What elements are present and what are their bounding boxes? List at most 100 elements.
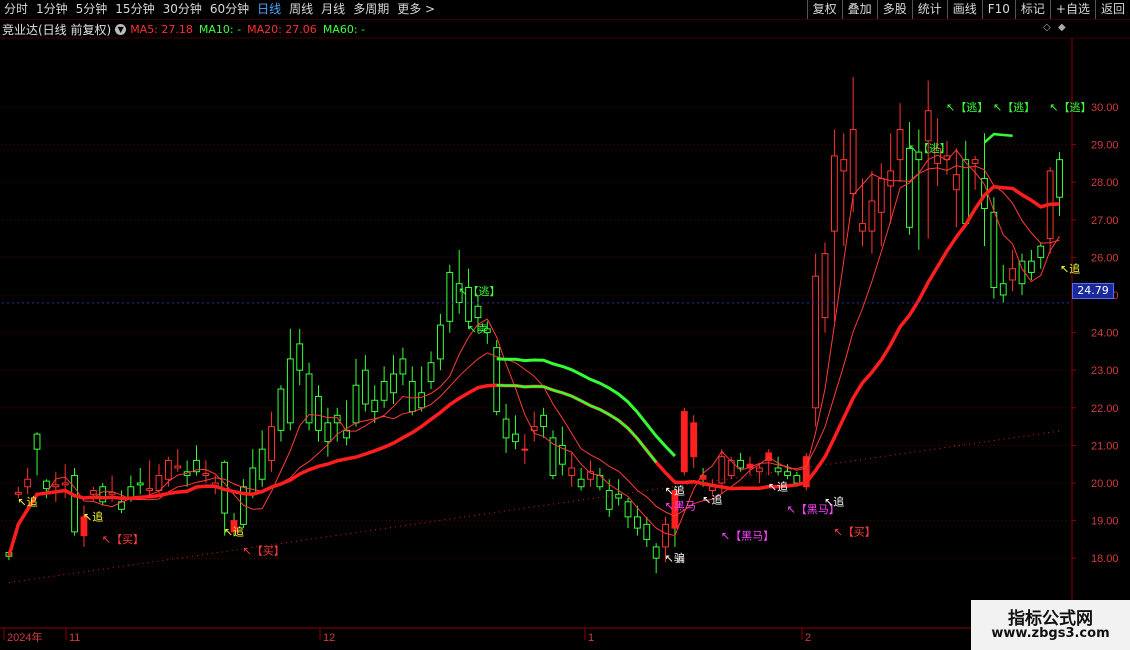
candle[interactable]: [52, 471, 60, 502]
candle[interactable]: [418, 366, 426, 412]
candle[interactable]: [549, 430, 557, 480]
candle[interactable]: [812, 253, 820, 427]
candle-body: [146, 488, 154, 492]
candle[interactable]: [568, 452, 576, 487]
candle[interactable]: [868, 170, 876, 254]
candle[interactable]: [830, 129, 838, 322]
candle[interactable]: [315, 385, 322, 442]
candle-body: [99, 486, 107, 503]
y-tick-label: 24.00: [1091, 328, 1119, 340]
candle[interactable]: [990, 197, 998, 299]
candle[interactable]: [249, 449, 257, 499]
candle[interactable]: [624, 498, 632, 529]
candle[interactable]: [727, 456, 735, 480]
candle[interactable]: [268, 411, 275, 472]
candle[interactable]: [1009, 249, 1017, 292]
candle[interactable]: [493, 340, 501, 416]
candle[interactable]: [437, 313, 444, 371]
candle[interactable]: [887, 133, 895, 224]
candle[interactable]: [277, 385, 285, 442]
candle-body: [24, 478, 32, 488]
candle[interactable]: [530, 411, 538, 442]
candle[interactable]: [690, 415, 698, 468]
candle[interactable]: [877, 163, 885, 247]
candle[interactable]: [324, 407, 332, 457]
candle-body: [380, 380, 388, 401]
candle[interactable]: [408, 366, 416, 416]
candle[interactable]: [174, 449, 182, 472]
candle[interactable]: [521, 434, 529, 465]
candle-body: [633, 516, 641, 529]
candle[interactable]: [652, 543, 660, 574]
candle[interactable]: [136, 467, 144, 495]
candlestick-chart[interactable]: 30.0029.0028.0027.0026.0025.0024.0023.00…: [0, 0, 1130, 650]
candle[interactable]: [399, 347, 407, 386]
candle-body: [324, 422, 332, 443]
candle[interactable]: [512, 415, 519, 450]
bear-trend-line: [496, 357, 676, 458]
signal-label: ↖追: [224, 525, 244, 539]
candle[interactable]: [896, 103, 904, 183]
candle[interactable]: [343, 400, 351, 446]
candle[interactable]: [1018, 253, 1026, 295]
candle[interactable]: [221, 460, 229, 536]
candle[interactable]: [558, 426, 566, 476]
signal-label: ↖追: [824, 495, 844, 509]
candle[interactable]: [577, 467, 585, 491]
candle[interactable]: [952, 148, 960, 228]
candle[interactable]: [296, 328, 304, 386]
candle[interactable]: [99, 483, 107, 506]
candle-body: [315, 396, 322, 431]
candle[interactable]: [1027, 249, 1035, 280]
candle-body: [896, 129, 904, 161]
candle[interactable]: [502, 404, 510, 453]
candle[interactable]: [643, 516, 651, 547]
candle[interactable]: [962, 140, 970, 225]
candle[interactable]: [24, 467, 32, 495]
candle-body: [624, 501, 632, 518]
candle-body: [999, 283, 1007, 296]
candle[interactable]: [859, 178, 866, 247]
candle[interactable]: [596, 467, 604, 491]
candle[interactable]: [999, 264, 1007, 303]
candle[interactable]: [380, 366, 388, 408]
candle-body: [71, 474, 78, 533]
candle[interactable]: [286, 328, 294, 431]
candle[interactable]: [43, 479, 50, 499]
candle-body: [840, 159, 848, 172]
candle[interactable]: [361, 355, 369, 412]
candle[interactable]: [774, 456, 782, 476]
candle[interactable]: [446, 264, 454, 333]
candle[interactable]: [371, 385, 379, 423]
candle-body: [1037, 245, 1045, 258]
candle[interactable]: [164, 456, 172, 487]
candle-body: [906, 147, 913, 228]
candle[interactable]: [352, 358, 360, 427]
candle[interactable]: [89, 486, 97, 502]
candle[interactable]: [455, 249, 463, 314]
candle-body: [14, 491, 22, 495]
candle[interactable]: [390, 355, 397, 405]
candle-body: [202, 473, 210, 476]
candle[interactable]: [540, 407, 548, 438]
candle[interactable]: [1046, 167, 1054, 254]
candle[interactable]: [1056, 152, 1063, 217]
candle[interactable]: [33, 432, 41, 476]
candle-body: [446, 271, 454, 322]
candle[interactable]: [305, 362, 313, 431]
candle-body: [512, 433, 519, 443]
candle[interactable]: [840, 133, 848, 247]
candle[interactable]: [465, 268, 472, 329]
candle[interactable]: [821, 242, 829, 333]
candle[interactable]: [258, 430, 266, 487]
y-tick-label: 27.00: [1091, 215, 1119, 227]
candle[interactable]: [1037, 242, 1045, 269]
candle[interactable]: [906, 122, 913, 235]
candle[interactable]: [427, 351, 435, 389]
candle-body: [305, 373, 313, 424]
candle[interactable]: [680, 407, 688, 476]
candle[interactable]: [71, 467, 78, 536]
candle[interactable]: [146, 460, 154, 499]
candle[interactable]: [849, 76, 857, 213]
candle-body: [793, 474, 801, 484]
